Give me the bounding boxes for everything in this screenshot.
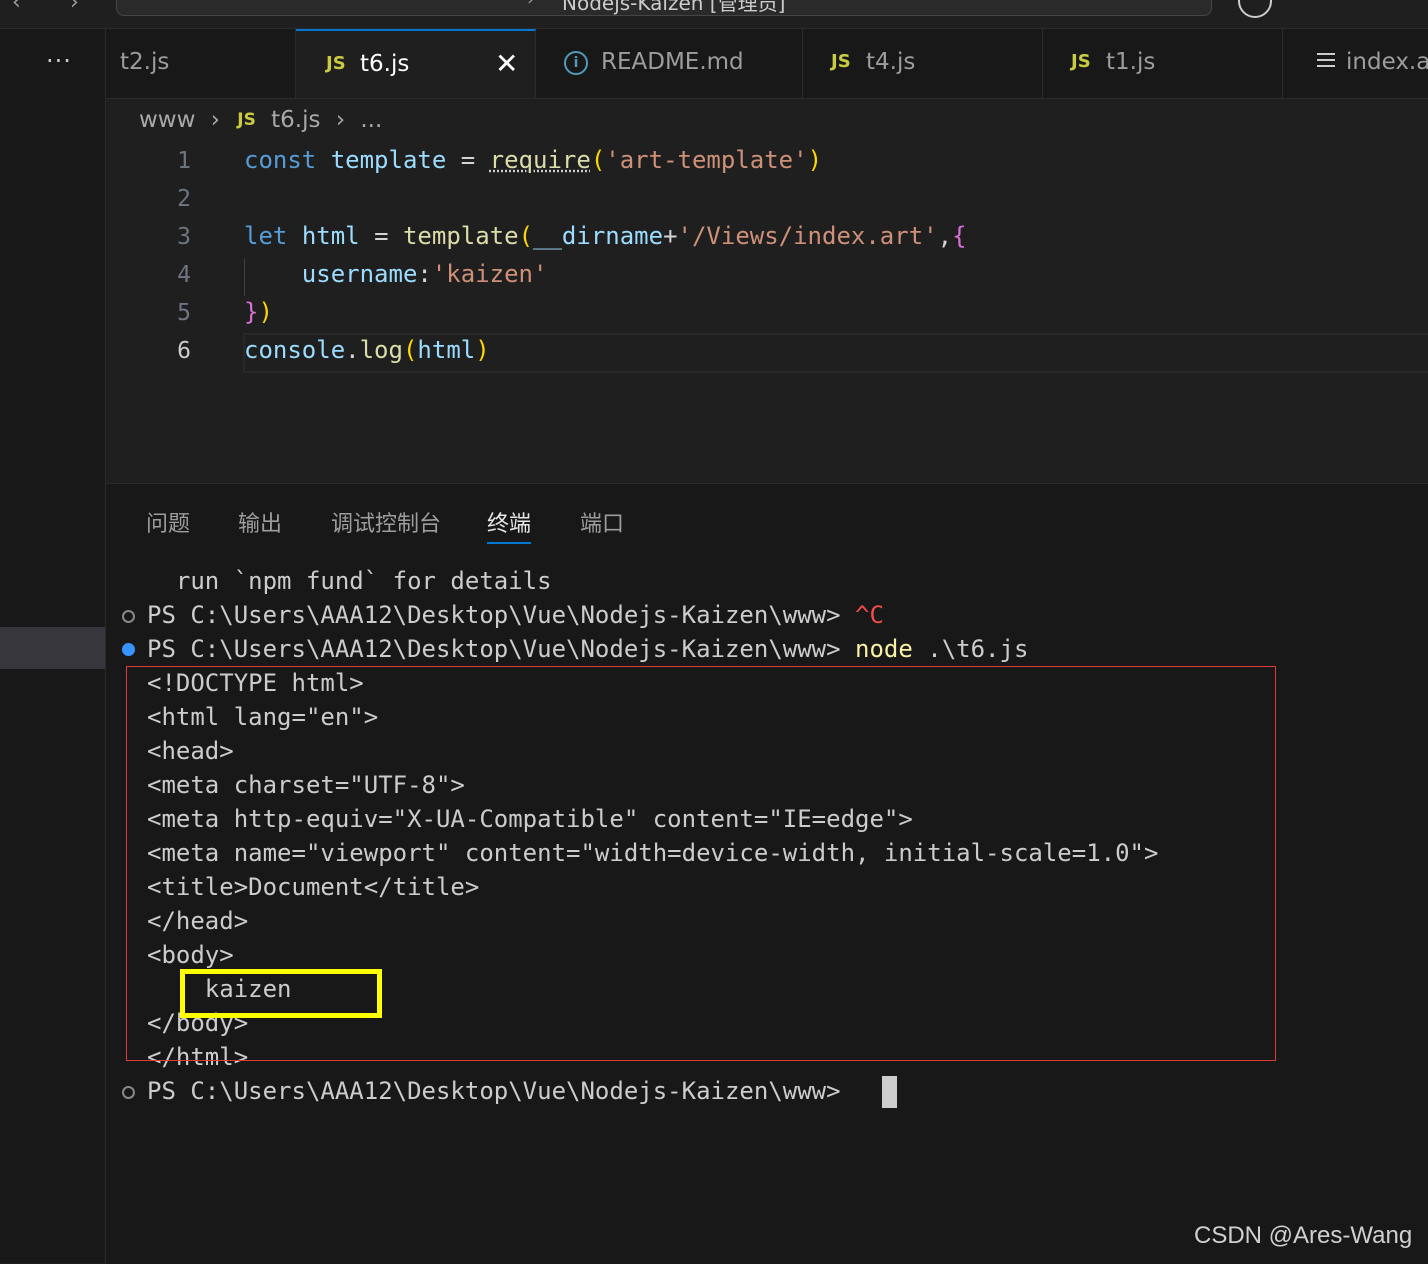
- line-number-current: 6: [177, 338, 191, 364]
- tab-label: index.a: [1346, 49, 1428, 75]
- terminal-prompt-line: PS C:\Users\AAA12\Desktop\Vue\Nodejs-Kai…: [147, 1077, 856, 1105]
- tab-readme-md[interactable]: i README.md: [536, 29, 803, 98]
- code-token: +: [663, 222, 678, 250]
- js-file-icon: JS: [831, 51, 851, 72]
- code-token: ,: [937, 222, 953, 250]
- code-token: .: [345, 336, 360, 364]
- forward-arrow-icon[interactable]: ›: [70, 0, 79, 15]
- watermark: CSDN @Ares-Wang: [1194, 1222, 1413, 1249]
- code-token: 'kaizen': [431, 260, 548, 288]
- breadcrumb: www › JS t6.js › ...: [139, 106, 382, 136]
- code-token: username: [301, 260, 418, 288]
- panel-tab-ports[interactable]: 端口: [580, 506, 624, 538]
- tab-label: t6.js: [360, 51, 410, 77]
- panel-tab-terminal[interactable]: 终端: [487, 506, 532, 544]
- line-number: 1: [177, 148, 191, 174]
- chevron-right-icon: ›: [335, 106, 346, 133]
- code-line-6: console.log(html): [244, 336, 490, 364]
- terminal-ctrl-c: ^C: [855, 601, 884, 629]
- breadcrumb-ellipsis[interactable]: ...: [360, 107, 382, 133]
- code-token: :: [417, 260, 432, 288]
- tab-t4-js[interactable]: JS t4.js: [803, 29, 1043, 98]
- terminal-prompt-line: PS C:\Users\AAA12\Desktop\Vue\Nodejs-Kai…: [147, 601, 884, 629]
- code-token: template: [402, 222, 519, 250]
- code-line-3: let html = template(__dirname+'/Views/in…: [244, 222, 967, 250]
- list-icon: [1317, 53, 1335, 71]
- code-token: '/Views/index.art': [677, 222, 938, 250]
- tab-label: t2.js: [120, 49, 170, 75]
- code-token: let: [244, 222, 288, 250]
- tab-label: t1.js: [1106, 49, 1156, 75]
- code-token: console: [244, 336, 346, 364]
- code-line-1: const template = require('art-template'): [244, 146, 822, 174]
- command-status-icon[interactable]: [122, 643, 135, 656]
- code-token: {: [952, 222, 967, 250]
- tab-index[interactable]: index.a: [1283, 29, 1428, 98]
- code-token: =: [374, 222, 389, 250]
- command-center[interactable]: › Nodejs-Kaizen [管理员]: [116, 0, 1212, 16]
- code-token: 'art-template': [605, 146, 808, 174]
- terminal-command-arg: .\t6.js: [912, 635, 1029, 663]
- command-status-icon[interactable]: [122, 1086, 135, 1099]
- breadcrumb-file[interactable]: t6.js: [271, 107, 320, 133]
- editor-tabs: t2.js JS t6.js ✕ i README.md JS t4.js JS…: [106, 29, 1428, 99]
- tab-label: t4.js: [866, 49, 916, 75]
- activity-active-item[interactable]: [0, 627, 105, 669]
- account-icon[interactable]: [1238, 0, 1272, 18]
- code-token: (: [590, 146, 606, 174]
- code-token: ): [807, 146, 823, 174]
- back-arrow-icon[interactable]: ‹: [12, 0, 21, 15]
- js-file-icon: JS: [326, 53, 346, 74]
- line-number: 2: [177, 186, 191, 212]
- code-editor[interactable]: 1 2 3 4 5 6 const template = require('ar…: [106, 142, 1428, 482]
- window-title: Nodejs-Kaizen [管理员]: [562, 0, 786, 15]
- js-file-icon: JS: [1071, 51, 1091, 72]
- code-line-4: username:'kaizen': [244, 260, 548, 288]
- chevron-right-icon: ›: [210, 106, 220, 133]
- terminal-prompt: PS C:\Users\AAA12\Desktop\Vue\Nodejs-Kai…: [147, 635, 856, 663]
- line-number: 5: [177, 300, 191, 326]
- panel-tab-output[interactable]: 输出: [238, 506, 282, 538]
- activity-bar: ···: [0, 29, 106, 1263]
- more-icon[interactable]: ···: [46, 47, 72, 75]
- title-bar: ‹ › › Nodejs-Kaizen [管理员]: [0, 0, 1428, 29]
- tab-t2-js[interactable]: t2.js: [106, 29, 296, 98]
- code-token: __dirname: [533, 222, 664, 250]
- code-token: log: [359, 336, 403, 364]
- code-token: html: [301, 222, 360, 250]
- info-icon: i: [564, 51, 588, 75]
- command-status-icon[interactable]: [122, 610, 135, 623]
- terminal-prompt: PS C:\Users\AAA12\Desktop\Vue\Nodejs-Kai…: [147, 601, 856, 629]
- code-token: template: [330, 146, 447, 174]
- close-icon[interactable]: ✕: [495, 47, 518, 80]
- code-token: const: [244, 146, 317, 174]
- terminal-cursor: [882, 1076, 897, 1108]
- code-token: =: [460, 146, 476, 174]
- tab-t1-js[interactable]: JS t1.js: [1043, 29, 1283, 98]
- code-token: ): [475, 336, 490, 364]
- code-token: (: [402, 336, 418, 364]
- js-file-icon: JS: [237, 109, 256, 130]
- code-token: }: [244, 298, 259, 326]
- chevron-icon: ›: [527, 0, 534, 10]
- breadcrumb-folder[interactable]: www: [139, 107, 195, 133]
- code-token: html: [417, 336, 476, 364]
- code-token: require: [489, 146, 591, 174]
- line-number: 3: [177, 224, 191, 250]
- code-token: ): [258, 298, 273, 326]
- terminal-command: node: [855, 635, 913, 663]
- tab-t6-js[interactable]: JS t6.js ✕: [296, 29, 536, 98]
- panel-tab-debug-console[interactable]: 调试控制台: [331, 506, 441, 538]
- highlight-box-yellow: [180, 969, 382, 1018]
- tab-label: README.md: [601, 49, 744, 75]
- terminal-prompt-line: PS C:\Users\AAA12\Desktop\Vue\Nodejs-Kai…: [147, 635, 1028, 663]
- terminal-line: run `npm fund` for details: [147, 567, 552, 595]
- panel-tab-problems[interactable]: 问题: [146, 506, 190, 538]
- code-line-5: }): [244, 298, 273, 326]
- line-number: 4: [177, 262, 191, 288]
- code-token: (: [518, 222, 534, 250]
